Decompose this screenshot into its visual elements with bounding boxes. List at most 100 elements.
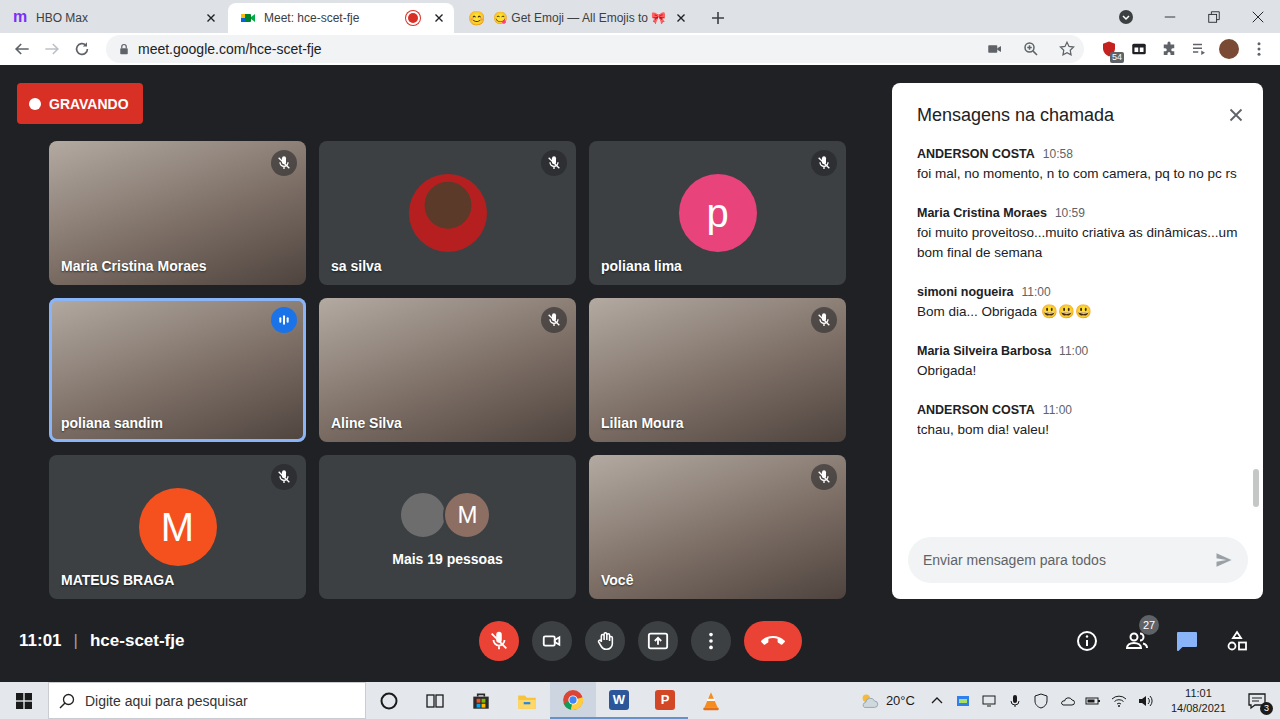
- chat-message: simoni nogueira 11:00 Bom dia... Obrigad…: [917, 285, 1239, 322]
- new-tab-icon[interactable]: [710, 10, 726, 26]
- microphone-tray-icon[interactable]: [1007, 693, 1023, 709]
- mic-off-icon: [816, 155, 832, 171]
- battery-icon[interactable]: [1085, 693, 1101, 709]
- close-window-button[interactable]: [1236, 0, 1280, 33]
- meeting-details-button[interactable]: [1067, 621, 1107, 661]
- onedrive-icon[interactable]: [1059, 693, 1075, 709]
- scrollbar-thumb[interactable]: [1253, 469, 1259, 507]
- display-icon[interactable]: [981, 693, 997, 709]
- participant-photo: [409, 174, 487, 252]
- more-options-button[interactable]: [691, 621, 731, 661]
- close-tab-icon[interactable]: [674, 11, 688, 25]
- participant-grid: Maria Cristina Moraes sa silva p poliana…: [49, 141, 846, 599]
- muted-badge: [811, 307, 837, 333]
- microphone-button[interactable]: [479, 621, 519, 661]
- volume-icon[interactable]: [1137, 693, 1153, 709]
- chat-button[interactable]: [1167, 621, 1207, 661]
- taskbar-app[interactable]: W: [596, 682, 642, 719]
- audio-level-icon: [276, 312, 292, 328]
- browser-tab[interactable]: m HBO Max: [0, 3, 226, 33]
- participant-tile[interactable]: poliana sandim: [49, 298, 306, 442]
- clock[interactable]: 11:01 14/08/2021: [1171, 686, 1226, 716]
- camera-in-use-icon[interactable]: [986, 40, 1004, 58]
- more-participants-label: Mais 19 pessoas: [392, 551, 503, 567]
- participant-tile[interactable]: p poliana lima: [589, 141, 846, 285]
- address-text: meet.google.com/hce-scet-fje: [138, 41, 322, 57]
- mic-off-icon: [276, 155, 292, 171]
- taskbar-app[interactable]: [504, 682, 550, 719]
- taskbar-app[interactable]: [688, 682, 734, 719]
- close-tab-icon[interactable]: [204, 11, 218, 25]
- participant-tile[interactable]: sa silva: [319, 141, 576, 285]
- notifications-button[interactable]: 3: [1240, 691, 1274, 711]
- message-text: foi muito proveitoso...muito criativa as…: [917, 223, 1239, 263]
- participant-tile[interactable]: M MATEUS BRAGA: [49, 455, 306, 599]
- taskbar-app[interactable]: [366, 682, 412, 719]
- participant-count-badge: 27: [1139, 615, 1159, 635]
- taskbar-app[interactable]: [458, 682, 504, 719]
- raise-hand-button[interactable]: [585, 621, 625, 661]
- restore-button[interactable]: [1192, 0, 1236, 33]
- cortana-icon: [379, 691, 399, 711]
- back-icon[interactable]: [8, 39, 36, 59]
- browser-tab[interactable]: 😊 😋 Get Emoji — All Emojis to 🎀: [456, 3, 696, 33]
- extension-button[interactable]: [1124, 35, 1154, 63]
- mic-off-icon: [546, 312, 562, 328]
- participant-tile[interactable]: Lilian Moura: [589, 298, 846, 442]
- taskbar-app[interactable]: P: [642, 682, 688, 719]
- minimize-button[interactable]: [1148, 0, 1192, 33]
- taskbar-app[interactable]: [412, 682, 458, 719]
- reload-icon[interactable]: [68, 39, 96, 59]
- zoom-icon[interactable]: [1022, 40, 1040, 58]
- participant-name: poliana sandim: [61, 415, 163, 431]
- extensions-button[interactable]: [1154, 35, 1184, 63]
- forward-icon[interactable]: [38, 39, 66, 59]
- close-window-icon: [1251, 10, 1265, 24]
- participant-name: poliana lima: [601, 258, 682, 274]
- send-icon[interactable]: [1214, 550, 1234, 570]
- chat-panel: Mensagens na chamada ANDERSON COSTA 10:5…: [892, 83, 1263, 599]
- recording-badge: GRAVANDO: [17, 83, 143, 124]
- taskbar-app[interactable]: [550, 682, 596, 719]
- muted-badge: [271, 150, 297, 176]
- close-chat-icon[interactable]: [1225, 104, 1247, 126]
- muted-badge: [811, 150, 837, 176]
- tab-search-button[interactable]: [1104, 0, 1148, 33]
- participant-tile[interactable]: Maria Cristina Moraes: [49, 141, 306, 285]
- camera-button[interactable]: [532, 621, 572, 661]
- message-time: 11:00: [1043, 403, 1072, 417]
- extension-button[interactable]: 54: [1094, 35, 1124, 63]
- chat-message: Maria Cristina Moraes 10:59 foi muito pr…: [917, 206, 1239, 263]
- close-tab-icon[interactable]: [432, 11, 446, 25]
- weather-widget[interactable]: 20°C: [858, 690, 915, 712]
- mic-off-icon: [816, 312, 832, 328]
- start-button[interactable]: [0, 682, 48, 719]
- security-icon[interactable]: [1033, 693, 1049, 709]
- browser-tab[interactable]: Meet: hce-scet-fje: [228, 3, 454, 33]
- participants-button[interactable]: 27: [1117, 621, 1157, 661]
- message-time: 11:00: [1059, 344, 1088, 358]
- app-tray-icon[interactable]: [955, 693, 971, 709]
- chat-input[interactable]: Enviar mensagem para todos: [908, 537, 1248, 583]
- profile-button[interactable]: [1214, 35, 1244, 63]
- tab-title: Meet: hce-scet-fje: [264, 11, 400, 25]
- leave-call-button[interactable]: [744, 621, 802, 661]
- browser-menu-button[interactable]: [1244, 35, 1274, 63]
- taskbar-search[interactable]: Digite aqui para pesquisar: [48, 682, 366, 719]
- participant-tile[interactable]: M Mais 19 pessoas: [319, 455, 576, 599]
- reading-list-button[interactable]: [1184, 35, 1214, 63]
- activities-button[interactable]: [1217, 621, 1257, 661]
- participant-tile[interactable]: Você: [589, 455, 846, 599]
- taskbar: Digite aqui para pesquisar WP 20°C 11:01…: [0, 682, 1280, 719]
- wifi-icon[interactable]: [1111, 693, 1127, 709]
- scrollbar[interactable]: [1253, 147, 1259, 525]
- minimize-icon: [1163, 10, 1177, 24]
- show-hidden-icons-icon[interactable]: [929, 693, 945, 709]
- muted-badge: [541, 150, 567, 176]
- address-bar[interactable]: meet.google.com/hce-scet-fje: [106, 35, 1084, 63]
- present-button[interactable]: [638, 621, 678, 661]
- bookmark-star-icon[interactable]: [1058, 40, 1076, 58]
- message-text: Bom dia... Obrigada 😃😃😃: [917, 302, 1239, 322]
- hand-icon: [594, 630, 616, 652]
- participant-tile[interactable]: Aline Silva: [319, 298, 576, 442]
